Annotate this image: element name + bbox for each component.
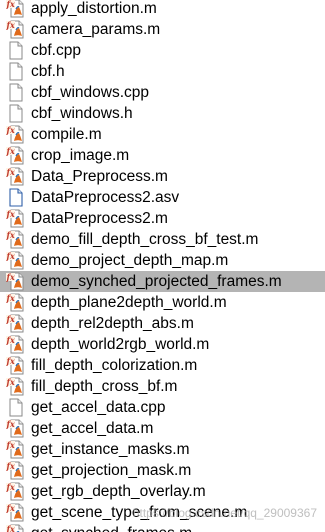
svg-text:fx: fx	[6, 20, 15, 30]
file-name: depth_rel2depth_abs.m	[31, 315, 194, 332]
document-file-icon	[6, 104, 26, 123]
svg-text:fx: fx	[6, 146, 15, 156]
file-name: depth_plane2depth_world.m	[31, 294, 227, 311]
file-name: demo_fill_depth_cross_bf_test.m	[31, 231, 259, 248]
file-name: get_instance_masks.m	[31, 441, 190, 458]
file-name: demo_synched_projected_frames.m	[31, 273, 282, 290]
matlab-file-icon: fx	[6, 230, 26, 249]
svg-text:fx: fx	[6, 356, 15, 366]
svg-text:fx: fx	[6, 482, 15, 492]
file-name: cbf_windows.cpp	[31, 84, 150, 101]
file-name: crop_image.m	[31, 147, 130, 164]
file-row[interactable]: fx get_synched_frames.m	[0, 523, 325, 532]
svg-text:fx: fx	[6, 125, 15, 135]
file-name: get_synched_frames.m	[31, 523, 192, 532]
file-row[interactable]: fx fill_depth_colorization.m	[0, 355, 325, 376]
file-row[interactable]: get_accel_data.cpp	[0, 397, 325, 418]
file-name: get_rgb_depth_overlay.m	[31, 483, 206, 500]
asv-file-icon	[6, 188, 26, 207]
matlab-file-icon: fx	[6, 503, 26, 522]
file-row[interactable]: cbf.cpp	[0, 40, 325, 61]
svg-text:fx: fx	[6, 440, 15, 450]
file-row[interactable]: fx get_scene_type_from_scene.m	[0, 502, 325, 523]
matlab-file-icon: fx	[6, 377, 26, 396]
file-name: compile.m	[31, 126, 102, 143]
file-row[interactable]: DataPreprocess2.asv	[0, 187, 325, 208]
svg-text:fx: fx	[6, 335, 15, 345]
svg-text:fx: fx	[6, 293, 15, 303]
svg-text:fx: fx	[6, 419, 15, 429]
file-row[interactable]: fx compile.m	[0, 124, 325, 145]
file-name: cbf_windows.h	[31, 105, 133, 122]
file-row[interactable]: cbf.h	[0, 61, 325, 82]
matlab-file-icon: fx	[6, 314, 26, 333]
matlab-file-icon: fx	[6, 440, 26, 459]
file-row[interactable]: fx depth_world2rgb_world.m	[0, 334, 325, 355]
file-row[interactable]: fx demo_project_depth_map.m	[0, 250, 325, 271]
file-name: DataPreprocess2.asv	[31, 189, 180, 206]
file-name: depth_world2rgb_world.m	[31, 336, 210, 353]
file-name: Data_Preprocess.m	[31, 168, 168, 185]
matlab-file-icon: fx	[6, 356, 26, 375]
file-name: demo_project_depth_map.m	[31, 252, 229, 269]
file-row[interactable]: fx camera_params.m	[0, 19, 325, 40]
svg-text:fx: fx	[6, 230, 15, 240]
file-name: get_accel_data.m	[31, 420, 154, 437]
svg-text:fx: fx	[6, 524, 15, 532]
file-row[interactable]: cbf_windows.cpp	[0, 82, 325, 103]
file-row[interactable]: fx depth_plane2depth_world.m	[0, 292, 325, 313]
file-row[interactable]: fx depth_rel2depth_abs.m	[0, 313, 325, 334]
file-row[interactable]: fx apply_distortion.m	[0, 0, 325, 19]
matlab-file-icon: fx	[6, 146, 26, 165]
svg-text:fx: fx	[6, 209, 15, 219]
file-name: get_scene_type_from_scene.m	[31, 504, 248, 521]
file-row[interactable]: fx get_accel_data.m	[0, 418, 325, 439]
file-row[interactable]: fx get_projection_mask.m	[0, 460, 325, 481]
matlab-file-icon: fx	[6, 125, 26, 144]
matlab-file-icon: fx	[6, 461, 26, 480]
svg-text:fx: fx	[6, 0, 15, 9]
svg-text:fx: fx	[6, 167, 15, 177]
file-row[interactable]: fx get_instance_masks.m	[0, 439, 325, 460]
document-file-icon	[6, 62, 26, 81]
file-row[interactable]: fx Data_Preprocess.m	[0, 166, 325, 187]
matlab-file-icon: fx	[6, 524, 26, 532]
file-name: DataPreprocess2.m	[31, 210, 168, 227]
matlab-file-icon: fx	[6, 251, 26, 270]
file-name: cbf.h	[31, 63, 65, 80]
matlab-file-icon: fx	[6, 419, 26, 438]
svg-text:fx: fx	[6, 503, 15, 513]
file-row[interactable]: fx DataPreprocess2.m	[0, 208, 325, 229]
file-name: apply_distortion.m	[31, 0, 157, 17]
document-file-icon	[6, 41, 26, 60]
file-name: cbf.cpp	[31, 42, 81, 59]
file-name: get_accel_data.cpp	[31, 399, 166, 416]
file-name: fill_depth_colorization.m	[31, 357, 198, 374]
matlab-file-icon: fx	[6, 209, 26, 228]
file-row[interactable]: fx fill_depth_cross_bf.m	[0, 376, 325, 397]
svg-text:fx: fx	[6, 272, 15, 282]
file-row-selected[interactable]: fx demo_synched_projected_frames.m	[0, 271, 325, 292]
file-row[interactable]: fx get_rgb_depth_overlay.m	[0, 481, 325, 502]
svg-text:fx: fx	[6, 461, 15, 471]
matlab-file-icon: fx	[6, 482, 26, 501]
svg-text:fx: fx	[6, 251, 15, 261]
matlab-file-icon: fx	[6, 167, 26, 186]
matlab-file-icon: fx	[6, 20, 26, 39]
matlab-file-icon: fx	[6, 293, 26, 312]
file-name: fill_depth_cross_bf.m	[31, 378, 178, 395]
document-file-icon	[6, 398, 26, 417]
svg-text:fx: fx	[6, 377, 15, 387]
file-row[interactable]: cbf_windows.h	[0, 103, 325, 124]
file-name: camera_params.m	[31, 21, 161, 38]
document-file-icon	[6, 83, 26, 102]
matlab-file-icon: fx	[6, 335, 26, 354]
file-name: get_projection_mask.m	[31, 462, 192, 479]
file-row[interactable]: fx demo_fill_depth_cross_bf_test.m	[0, 229, 325, 250]
svg-text:fx: fx	[6, 314, 15, 324]
file-row[interactable]: fx crop_image.m	[0, 145, 325, 166]
matlab-file-icon: fx	[6, 0, 26, 18]
matlab-file-icon: fx	[6, 272, 26, 291]
file-list: fx apply_distortion.m fx camera_params.m cbf…	[0, 0, 325, 532]
